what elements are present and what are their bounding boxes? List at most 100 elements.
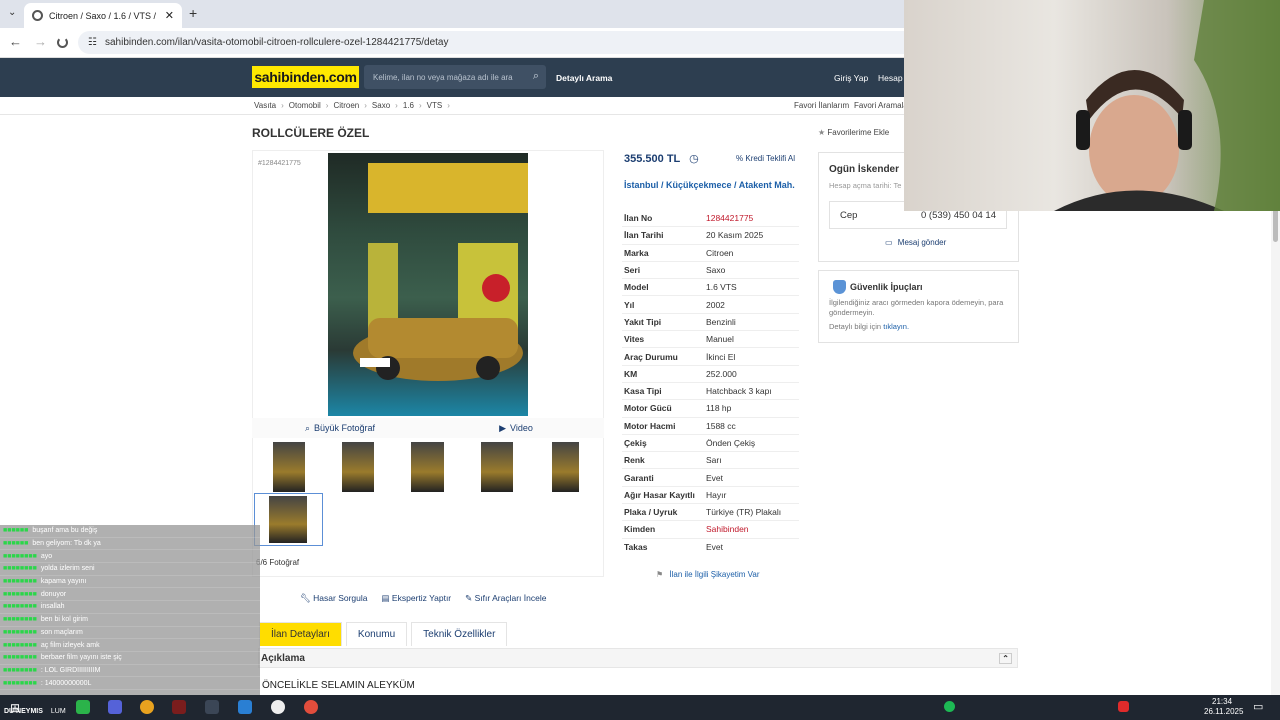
chat-line: ■■■■■■■■ insallah <box>0 601 260 614</box>
table-row: Yakıt Tipi Benzinli <box>622 314 799 332</box>
wrench-icon: 🔧︎ <box>300 593 311 603</box>
damage-query-link[interactable]: 🔧︎ Hasar Sorgula <box>300 593 368 604</box>
seller-name[interactable]: Ogün İskender <box>829 164 899 175</box>
browser-tab[interactable]: Citroen / Saxo / 1.6 / VTS / ROL ✕ <box>24 3 182 28</box>
tab-location[interactable]: Konumu <box>345 622 408 646</box>
crumb-saxo[interactable]: Saxo <box>372 101 390 110</box>
video-label: Video <box>510 423 533 433</box>
security-more-link[interactable]: tıklayın. <box>883 322 909 331</box>
tab-listing-details[interactable]: İlan Detayları <box>259 622 342 646</box>
spec-key: Motor Gücü <box>624 403 672 414</box>
chat-message: insallah <box>40 603 65 611</box>
chat-line: ■■■■■■■■ donuyor <box>0 588 260 602</box>
chat-message: kapama yayını <box>40 578 87 586</box>
site-info-icon[interactable]: ☷ <box>88 37 97 48</box>
obs-app-icon[interactable] <box>271 700 285 714</box>
big-photo-button[interactable]: ⌕ Büyük Fotoğraf <box>252 418 428 438</box>
complaint-link[interactable]: ⚑ İlan ile İlgili Şikayetim Var <box>656 570 760 579</box>
tray-icon[interactable] <box>1118 701 1129 712</box>
browser-app-icon[interactable] <box>304 700 318 714</box>
star-icon: ★ <box>818 128 826 137</box>
app-icon[interactable] <box>108 700 122 714</box>
table-row: Yıl 2002 <box>622 296 799 314</box>
app-icon[interactable] <box>205 700 219 714</box>
app-icon[interactable] <box>76 700 90 714</box>
table-row: Ağır Hasar Kayıtlı Hayır <box>622 487 799 505</box>
new-cars-link[interactable]: ✎ Sıfır Araçları İncele <box>465 593 546 604</box>
scrollbar-thumb[interactable] <box>1273 208 1278 242</box>
description-title: Açıklama <box>261 653 305 664</box>
tab-list-icon[interactable]: ⌄ <box>8 7 16 18</box>
fav-searches-link[interactable]: Favori Aramalar <box>854 101 910 110</box>
spec-value: 252.000 <box>706 368 737 379</box>
chat-message: aç film izleyek amk <box>40 641 100 649</box>
credit-offer-link[interactable]: % Kredi Teklifi Al <box>736 154 795 163</box>
spec-key: İlan No <box>624 213 653 224</box>
thumbnail-selected[interactable] <box>254 493 323 546</box>
phone-number[interactable]: 0 (539) 450 04 14 <box>921 210 996 221</box>
table-row: Motor Hacmi 1588 cc <box>622 418 799 435</box>
spec-key: Yıl <box>624 299 635 310</box>
new-cars-label: Sıfır Araçları İncele <box>474 593 547 603</box>
thumbnail[interactable] <box>552 442 579 492</box>
thumbnail[interactable] <box>411 442 444 492</box>
search-input[interactable]: Kelime, ilan no veya mağaza adı ile ara … <box>364 65 546 89</box>
crumb-vts[interactable]: VTS <box>427 101 443 110</box>
chat-user: ■■■■■■■■ <box>3 679 37 687</box>
collapse-icon[interactable]: ⌃ <box>999 653 1012 664</box>
spec-key: Motor Hacmi <box>624 420 676 431</box>
photo-toolbar: ⌕ Büyük Fotoğraf ▶ Video <box>252 418 604 438</box>
crumb-1-6[interactable]: 1.6 <box>403 101 414 110</box>
close-tab-icon[interactable]: ✕ <box>165 9 174 22</box>
new-tab-icon[interactable]: + <box>189 5 197 21</box>
crumb-vasita[interactable]: Vasıta <box>254 101 276 110</box>
location-links[interactable]: İstanbul / Küçükçekmece / Atakent Mah. <box>624 180 799 191</box>
forward-icon[interactable]: → <box>34 34 47 49</box>
loading-icon[interactable] <box>57 37 68 48</box>
expertise-label: Ekspertiz Yaptır <box>391 593 452 603</box>
crumb-otomobil[interactable]: Otomobil <box>289 101 321 110</box>
site-logo[interactable]: sahibinden.com <box>252 66 359 88</box>
table-row: Kimden Sahibinden <box>622 521 799 539</box>
tab-technical[interactable]: Teknik Özellikler <box>411 622 508 646</box>
app-icon[interactable] <box>238 700 252 714</box>
login-link[interactable]: Giriş Yap <box>834 73 868 83</box>
detail-tabs: İlan Detayları Konumu Teknik Özellikler <box>259 622 508 646</box>
message-icon: ▭ <box>885 238 893 247</box>
photo-count: 6/6 Fotoğraf <box>256 558 300 567</box>
table-row: Kasa Tipi Hatchback 3 kapı <box>622 383 799 401</box>
spec-value: Sarı <box>706 455 722 466</box>
send-message-button[interactable]: ▭ Mesaj gönder <box>885 238 946 247</box>
expertise-link[interactable]: ▤ Ekspertiz Yaptır <box>382 593 452 604</box>
detailed-search-link[interactable]: Detaylı Arama <box>556 73 612 83</box>
clock-date[interactable]: 26.11.2025 <box>1204 707 1243 716</box>
thumbnail[interactable] <box>273 442 305 492</box>
chat-message: berbaer film yayını iste şiç <box>40 654 122 662</box>
notification-icon[interactable]: ▭ <box>1253 700 1263 713</box>
back-icon[interactable]: ← <box>9 34 22 49</box>
thumbnail[interactable] <box>342 442 374 492</box>
chat-user: ■■■■■■■■ <box>3 578 37 586</box>
video-button[interactable]: ▶ Video <box>428 418 604 438</box>
phone-label: Cep <box>840 209 858 221</box>
chat-user: ■■■■■■■■ <box>3 552 37 560</box>
app-icon[interactable] <box>172 700 186 714</box>
fav-listings-link[interactable]: Favori İlanlarım <box>794 101 849 110</box>
tray-icon[interactable] <box>944 701 955 712</box>
listing-title: ROLLCÜLERE ÖZEL <box>252 126 370 140</box>
thumbnail[interactable] <box>481 442 513 492</box>
price-history-icon[interactable]: ◷ <box>689 153 699 165</box>
security-text: İlgilendiğiniz aracı görmeden kapora öde… <box>829 298 1004 317</box>
main-photo[interactable] <box>328 153 528 416</box>
chat-user: ■■■■■■ <box>3 540 29 548</box>
add-favorite-button[interactable]: ★ Favorilerime Ekle <box>818 128 889 137</box>
browser-app-icon[interactable] <box>140 700 154 714</box>
search-icon[interactable]: ⌕ <box>533 70 539 83</box>
stream-overlay-label: DU NEYMIS LUM <box>0 708 66 718</box>
crumb-citroen[interactable]: Citroen <box>333 101 359 110</box>
table-row: Çekiş Önden Çekiş <box>622 435 799 453</box>
clock-time[interactable]: 21:34 <box>1212 697 1232 706</box>
url-field[interactable]: ☷ sahibinden.com/ilan/vasita-otomobil-ci… <box>78 31 978 54</box>
spec-key: Kasa Tipi <box>624 386 662 397</box>
flag-icon: ⚑ <box>656 570 664 579</box>
